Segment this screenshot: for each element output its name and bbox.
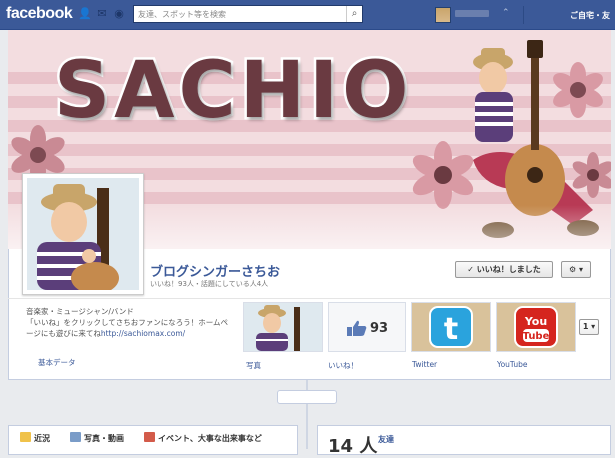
about-section: 音楽家・ミュージシャン/バンド 「いいね」をクリックしてさちおファンになろう！ホ… bbox=[26, 306, 234, 339]
friends-icon[interactable]: 👤 bbox=[78, 8, 92, 20]
section-divider bbox=[8, 298, 611, 299]
friends-label[interactable]: 友達 bbox=[378, 434, 394, 445]
facebook-logo[interactable]: facebook bbox=[6, 5, 73, 23]
composer-tab-status[interactable]: 近況 bbox=[34, 433, 50, 444]
likes-count: 93 bbox=[370, 321, 389, 336]
profile-picture[interactable] bbox=[22, 173, 144, 295]
notifications-icon[interactable]: ◉ bbox=[113, 8, 125, 20]
svg-text:Tube: Tube bbox=[523, 331, 550, 342]
search-input[interactable] bbox=[134, 6, 344, 22]
more-apps-button[interactable]: 1 ▾ bbox=[579, 319, 599, 335]
composer-tab-photo[interactable]: 写真・動画 bbox=[84, 433, 124, 444]
top-navigation-bar: facebook 👤 ✉ ◉ ⌕ ⌃ ご自宅・友 bbox=[0, 0, 615, 30]
user-avatar[interactable] bbox=[435, 7, 451, 23]
about-link[interactable]: 基本データ bbox=[38, 357, 76, 368]
like-thumb-icon bbox=[347, 320, 367, 336]
twitter-tile-label[interactable]: Twitter bbox=[412, 360, 437, 369]
photos-thumbnail bbox=[244, 303, 322, 351]
composer-tab-event[interactable]: イベント、大事な出来事など bbox=[158, 433, 262, 444]
youtube-tile-label[interactable]: YouTube bbox=[497, 360, 528, 369]
home-link[interactable]: ご自宅・友 bbox=[570, 10, 610, 21]
search-box: ⌕ bbox=[133, 5, 363, 23]
svg-text:t: t bbox=[444, 312, 458, 347]
page-stats[interactable]: いいね！93人・話題にしている人4人 bbox=[150, 279, 268, 289]
photos-tile-label[interactable]: 写真 bbox=[246, 360, 261, 371]
youtube-tile[interactable]: You Tube bbox=[496, 302, 576, 352]
homepage-link[interactable]: http://sachiomax.com/ bbox=[101, 329, 185, 338]
status-icon bbox=[20, 432, 31, 442]
search-icon[interactable]: ⌕ bbox=[346, 6, 362, 22]
cover-banner-text: SACHIO bbox=[51, 46, 413, 136]
user-name-blurred[interactable] bbox=[455, 10, 489, 17]
photo-icon bbox=[70, 432, 81, 442]
chevron-down-icon[interactable]: ⌃ bbox=[502, 8, 510, 18]
youtube-logo-icon: You Tube bbox=[514, 306, 558, 348]
friends-count: 14 人 bbox=[328, 436, 378, 457]
nav-divider bbox=[523, 6, 524, 24]
liked-button[interactable]: ✓ いいね！しました bbox=[455, 261, 553, 278]
page-category: 音楽家・ミュージシャン/バンド bbox=[26, 307, 134, 316]
settings-button[interactable]: ⚙ ▾ bbox=[561, 261, 591, 278]
photos-tile[interactable] bbox=[243, 302, 323, 352]
svg-text:You: You bbox=[524, 315, 547, 328]
likes-tile-label[interactable]: いいね！ bbox=[328, 360, 358, 371]
twitter-logo-icon: t bbox=[429, 306, 473, 348]
timeline-marker[interactable] bbox=[277, 390, 337, 404]
messages-icon[interactable]: ✉ bbox=[96, 8, 108, 20]
page-title: ブログシンガーさちお bbox=[150, 265, 281, 280]
page-description: 「いいね」をクリックしてさちおファンになろう！ホームページにも遊びに来てねhtt… bbox=[26, 318, 229, 338]
calendar-icon bbox=[144, 432, 155, 442]
twitter-tile[interactable]: t bbox=[411, 302, 491, 352]
profile-photo-image bbox=[27, 178, 139, 290]
